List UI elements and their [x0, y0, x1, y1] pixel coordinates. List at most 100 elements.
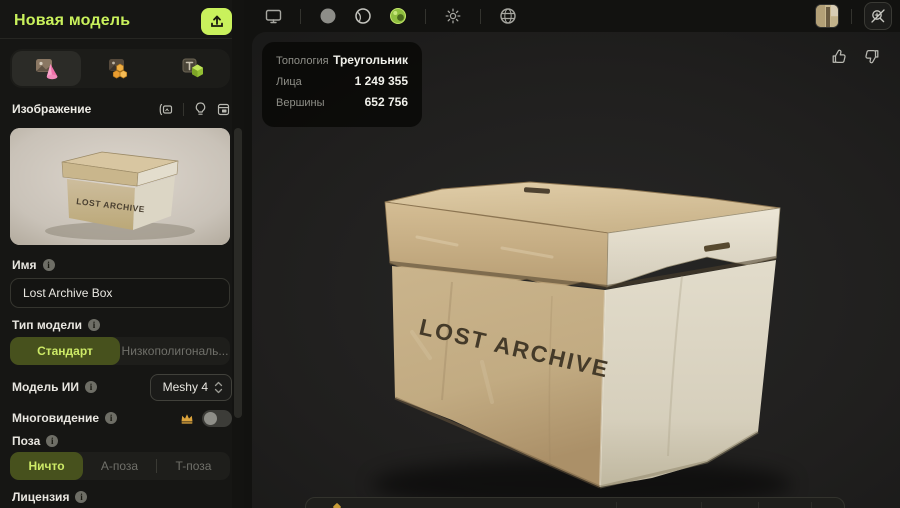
stat-row-topology: Топология Треугольник	[276, 53, 408, 74]
thumbs-up-icon	[832, 49, 846, 64]
sidebar-header: Новая модель	[14, 6, 232, 36]
swap-image-icon	[159, 103, 173, 115]
source-image-thumbnail[interactable]: LOST ARCHIVE	[10, 128, 230, 245]
stat-label: Топология	[276, 55, 329, 67]
bar-divider	[811, 502, 812, 508]
info-icon[interactable]: i	[46, 435, 59, 447]
swap-image-button[interactable]	[158, 103, 173, 116]
input-mode-tabs	[10, 49, 230, 88]
sidebar-scrollbar[interactable]	[234, 128, 242, 418]
tab-text-to-3d[interactable]	[159, 51, 228, 86]
model-type-option-lowpoly[interactable]: Низкополигональ...	[120, 337, 230, 365]
bar-divider	[701, 502, 702, 508]
thumbs-down-button[interactable]	[863, 48, 880, 65]
page-title: Новая модель	[14, 12, 131, 29]
main-area: LOST ARCHIVE Топология Треугольник Лица …	[244, 0, 900, 508]
sidebar-scrollbar-track	[232, 0, 244, 508]
upload-button[interactable]	[201, 7, 232, 35]
mesh-stats-panel: Топология Треугольник Лица 1 249 355 Вер…	[262, 42, 422, 127]
model-type-segmented: Стандарт Низкополигональ...	[10, 337, 230, 365]
license-label: Лицензия	[12, 490, 70, 504]
pose-label: Поза	[12, 434, 41, 448]
multiview-toggle[interactable]	[202, 409, 232, 427]
image-to-3d-icon	[35, 58, 58, 79]
monitor-icon	[265, 9, 281, 23]
text-to-3d-icon	[182, 58, 204, 77]
ai-model-value: Meshy 4	[162, 380, 208, 394]
stat-label: Лица	[276, 76, 302, 88]
display-mode-button[interactable]	[262, 5, 284, 27]
toolbar-divider	[851, 8, 852, 24]
toolbar-divider	[425, 8, 426, 24]
model-type-label-row: Тип модели i	[12, 318, 101, 332]
tab-image-to-texture[interactable]	[85, 51, 154, 86]
image-to-texture-icon	[108, 58, 128, 79]
toolbar-divider	[300, 8, 301, 24]
info-icon[interactable]: i	[85, 381, 98, 393]
stat-label: Вершины	[276, 97, 325, 109]
ai-model-select[interactable]: Meshy 4	[149, 373, 232, 401]
pose-option-a[interactable]: A-поза	[83, 452, 156, 480]
license-label-row: Лицензия i	[12, 490, 88, 504]
environment-button[interactable]	[497, 5, 519, 27]
crown-icon	[181, 413, 193, 424]
name-label: Имя	[12, 258, 37, 272]
stat-row-vertices: Вершины 652 756	[276, 95, 408, 116]
image-section-header: Изображение	[12, 100, 230, 118]
stat-value: 1 249 355	[354, 74, 408, 88]
tab-image-to-3d[interactable]	[12, 51, 82, 86]
mini-divider	[183, 102, 184, 116]
archive-box-model: LOST ARCHIVE	[384, 181, 781, 489]
panel-button[interactable]	[217, 103, 230, 116]
multiview-row: Многовидение i	[12, 408, 232, 428]
sidebar: Новая модель Изображение LOST ARCHIVE Им…	[0, 0, 244, 508]
panel-icon	[217, 103, 230, 115]
toggle-knob	[204, 411, 217, 425]
credits-gem-icon	[332, 502, 342, 508]
info-icon[interactable]: i	[75, 491, 88, 503]
texture-map-thumbnail[interactable]	[815, 4, 839, 28]
info-icon[interactable]: i	[105, 412, 118, 424]
environment-sphere-icon	[500, 8, 516, 24]
shaded-mode-button[interactable]	[317, 5, 339, 27]
multiview-label-row: Многовидение i	[12, 411, 118, 425]
wireframe-sphere-icon	[355, 8, 371, 24]
name-input[interactable]	[10, 278, 230, 308]
pose-option-none[interactable]: Ничто	[10, 452, 83, 480]
bar-divider	[616, 502, 617, 508]
model-type-label: Тип модели	[12, 318, 83, 332]
inspect-zoom-toggle-button[interactable]	[864, 2, 892, 30]
bar-divider	[758, 502, 759, 508]
bottom-action-bar[interactable]	[305, 497, 845, 508]
shaded-sphere-icon	[320, 8, 336, 24]
magnifier-off-icon	[871, 9, 885, 23]
lightbulb-button[interactable]	[194, 102, 207, 116]
thumbs-up-button[interactable]	[831, 48, 848, 65]
rating-controls	[831, 48, 880, 65]
3d-viewport: LOST ARCHIVE Топология Треугольник Лица …	[252, 32, 900, 508]
sidebar-divider	[0, 38, 232, 39]
multiview-label: Многовидение	[12, 411, 100, 425]
viewport-toolbar	[244, 0, 900, 32]
pose-option-t[interactable]: T-поза	[157, 452, 230, 480]
pose-label-row: Поза i	[12, 434, 59, 448]
pose-segmented: Ничто A-поза T-поза	[10, 452, 230, 480]
textured-sphere-icon	[390, 8, 406, 24]
info-icon[interactable]: i	[88, 319, 101, 331]
stat-value: Треугольник	[333, 53, 408, 67]
textured-mode-button[interactable]	[387, 5, 409, 27]
info-icon[interactable]: i	[42, 259, 55, 271]
stat-value: 652 756	[364, 95, 408, 109]
thumbs-down-icon	[865, 49, 879, 64]
ai-model-label: Модель ИИ	[12, 380, 80, 394]
thumbnail-box-image: LOST ARCHIVE	[10, 128, 230, 245]
ai-model-row: Модель ИИ i Meshy 4	[12, 373, 232, 401]
brightness-icon	[445, 8, 461, 24]
lighting-button[interactable]	[442, 5, 464, 27]
model-type-option-standard[interactable]: Стандарт	[10, 337, 120, 365]
toolbar-divider	[480, 8, 481, 24]
chevron-up-down-icon	[214, 381, 223, 393]
ai-model-label-row: Модель ИИ i	[12, 380, 98, 394]
stat-row-faces: Лица 1 249 355	[276, 74, 408, 95]
wireframe-mode-button[interactable]	[352, 5, 374, 27]
